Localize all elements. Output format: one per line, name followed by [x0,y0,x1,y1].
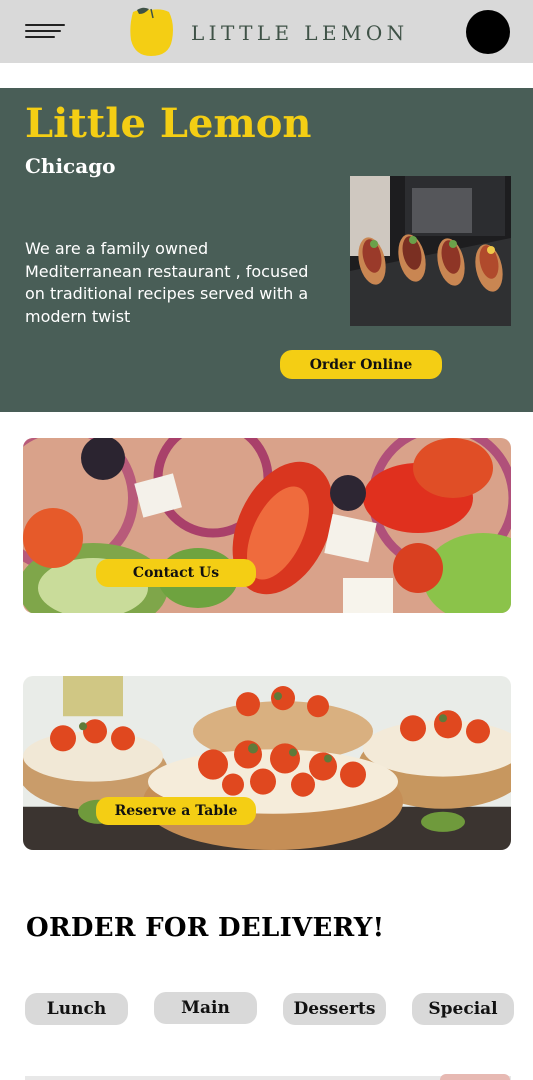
contact-card: Contact Us [23,438,511,613]
menu-item-image-peek [440,1074,510,1080]
hero-description: We are a family owned Mediterranean rest… [25,239,309,326]
order-online-button[interactable]: Order Online [280,350,442,379]
app-header: LITTLE LEMON [0,0,533,63]
profile-avatar[interactable] [466,10,510,54]
food-platter-photo [350,176,511,326]
category-main[interactable]: Main [154,992,257,1024]
order-delivery-heading: ORDER FOR DELIVERY! [26,913,385,943]
brand-name: LITTLE LEMON [191,21,409,45]
category-desserts[interactable]: Desserts [283,993,386,1025]
hero-banner: Little Lemon Chicago We are a family own… [0,88,533,412]
reserve-table-button[interactable]: Reserve a Table [96,797,256,825]
bruschetta-photo [23,676,511,850]
lemon-logo-icon[interactable] [127,6,174,56]
contact-us-button[interactable]: Contact Us [96,559,256,587]
hero-title: Little Lemon [25,100,312,147]
menu-item-card-peek [25,1076,511,1080]
hamburger-menu-icon[interactable] [25,22,65,40]
category-lunch[interactable]: Lunch [25,993,128,1025]
category-special[interactable]: Special [412,993,514,1025]
reserve-card: Reserve a Table [23,676,511,850]
hero-subtitle: Chicago [25,154,116,178]
greek-salad-photo [23,438,511,613]
